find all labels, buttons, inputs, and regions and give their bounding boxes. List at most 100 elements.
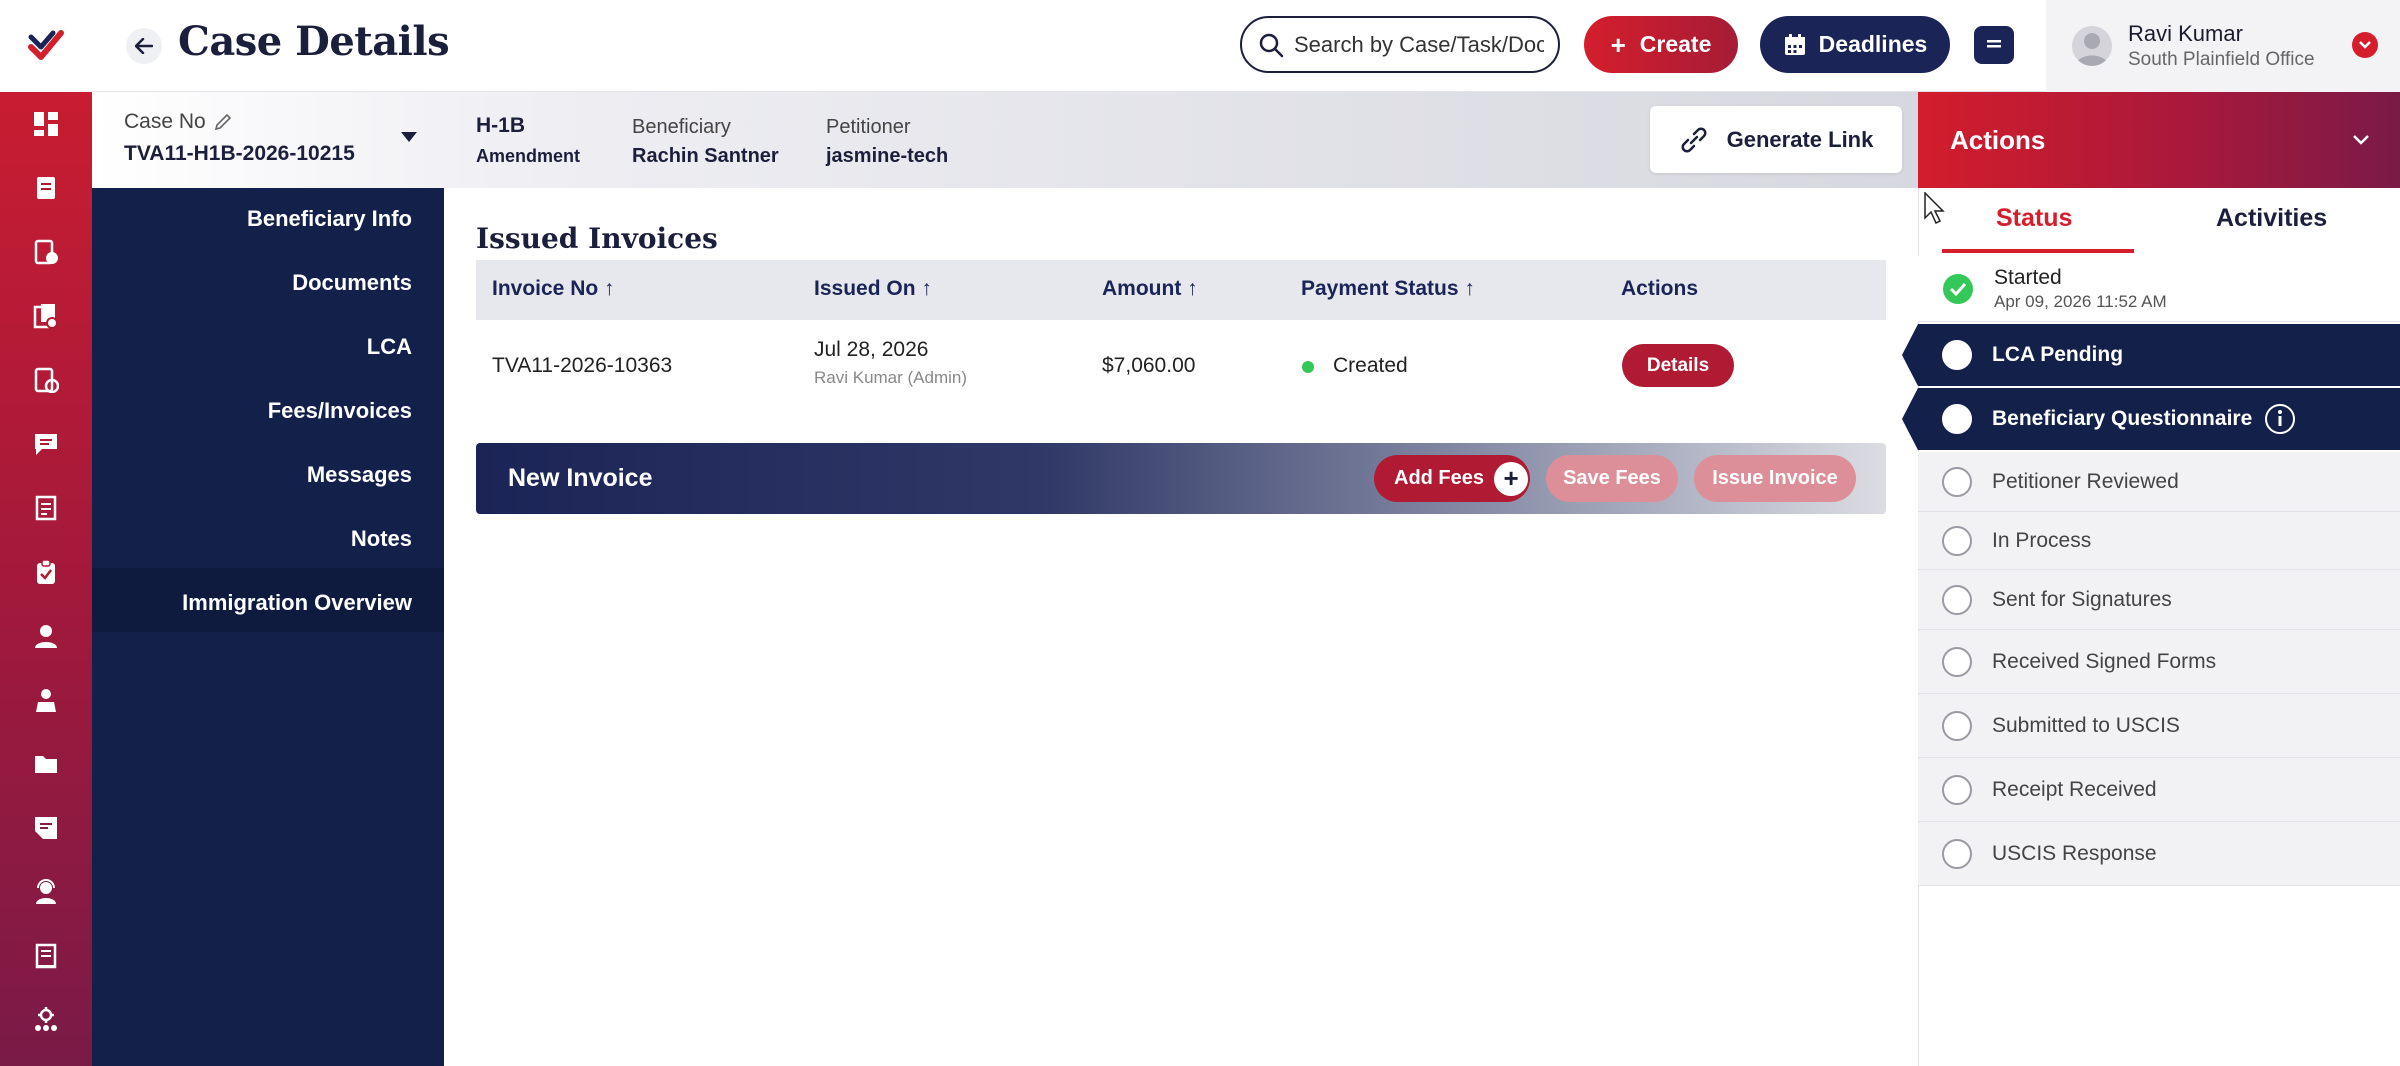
- tab-activities[interactable]: Activities: [2216, 204, 2327, 233]
- team-settings-icon[interactable]: [26, 1000, 66, 1040]
- column-header-amount[interactable]: Amount ↑: [1102, 277, 1198, 301]
- create-button[interactable]: + Create: [1584, 16, 1738, 73]
- check-circle-icon: [1943, 273, 1973, 304]
- avatar: [2072, 26, 2112, 66]
- sort-arrow-icon: ↑: [604, 277, 615, 300]
- edit-icon[interactable]: [214, 113, 232, 131]
- column-header-payment-status[interactable]: Payment Status ↑: [1301, 277, 1475, 301]
- actions-header[interactable]: Actions: [1918, 92, 2400, 188]
- user-menu[interactable]: Ravi Kumar South Plainfield Office: [2046, 0, 2400, 92]
- calendar-icon: [1784, 33, 1805, 55]
- create-label: Create: [1639, 31, 1712, 57]
- status-item-submitted-to-uscis[interactable]: Submitted to USCIS: [1918, 694, 2400, 758]
- cases-icon[interactable]: [26, 168, 66, 208]
- tasks-icon[interactable]: [26, 232, 66, 272]
- status-radio: [1942, 340, 1972, 370]
- beneficiary-icon[interactable]: [26, 680, 66, 720]
- visa-subtype: Amendment: [476, 146, 581, 166]
- mouse-cursor-icon: [1924, 192, 1945, 225]
- search-input[interactable]: [1294, 31, 1544, 58]
- save-fees-button[interactable]: Save Fees: [1546, 455, 1678, 502]
- arrow-left-icon: [135, 38, 153, 54]
- status-radio: [1942, 584, 1972, 615]
- plus-circle-icon: +: [1494, 461, 1529, 496]
- status-radio: [1942, 525, 1972, 556]
- sort-arrow-icon: ↑: [921, 277, 932, 300]
- forms-icon[interactable]: [26, 808, 66, 848]
- nav-item-fees-invoices[interactable]: Fees/Invoices: [268, 398, 412, 424]
- status-radio: [1942, 838, 1972, 869]
- notes-icon[interactable]: [26, 488, 66, 528]
- sort-arrow-icon: ↑: [1464, 277, 1475, 300]
- issued-by-cell: Ravi Kumar (Admin): [814, 368, 968, 387]
- case-no-value: TVA11-H1B-2026-10215: [124, 142, 355, 165]
- column-header-issued-on[interactable]: Issued On ↑: [814, 277, 932, 301]
- generate-link-label: Generate Link: [1726, 126, 1874, 152]
- status-item-lca-pending[interactable]: LCA Pending: [1902, 324, 2400, 386]
- status-item-beneficiary-questionnaire[interactable]: Beneficiary Questionnaire: [1902, 388, 2400, 450]
- invoice-no-cell: TVA11-2026-10363: [492, 354, 673, 377]
- section-nav: Beneficiary Info Documents LCA Fees/Invo…: [92, 188, 444, 1066]
- nav-item-documents[interactable]: Documents: [292, 270, 412, 296]
- nav-item-lca[interactable]: LCA: [367, 334, 412, 360]
- tab-status[interactable]: Status: [1996, 204, 2072, 233]
- chat-button[interactable]: [1974, 26, 2014, 64]
- invoice-table-header: Invoice No ↑ Issued On ↑ Amount ↑ Paymen…: [476, 260, 1886, 320]
- visa-type-block: H-1B Amendment: [476, 114, 580, 167]
- case-no-label: Case No: [124, 110, 206, 133]
- issue-invoice-button[interactable]: Issue Invoice: [1694, 455, 1856, 502]
- plus-icon: +: [1610, 29, 1626, 60]
- column-header-invoice-no[interactable]: Invoice No ↑: [492, 277, 615, 301]
- library-icon[interactable]: [26, 936, 66, 976]
- nav-item-messages[interactable]: Messages: [307, 462, 412, 488]
- status-label: Sent for Signatures: [1992, 587, 2172, 611]
- nav-item-notes[interactable]: Notes: [351, 526, 412, 552]
- status-radio: [1942, 466, 1972, 497]
- reports-icon[interactable]: [26, 360, 66, 400]
- visa-type: H-1B: [476, 114, 526, 137]
- status-item-received-signed-forms[interactable]: Received Signed Forms: [1918, 630, 2400, 694]
- search-box[interactable]: [1240, 16, 1560, 73]
- status-item-started: Started Apr 09, 2026 11:52 AM: [1918, 256, 2400, 322]
- details-button[interactable]: Details: [1622, 344, 1734, 387]
- actions-title: Actions: [1950, 124, 2046, 155]
- case-no-block: Case No TVA11-H1B-2026-10215: [124, 110, 355, 166]
- deadlines-button[interactable]: Deadlines: [1760, 16, 1950, 73]
- petitioner-block: Petitioner jasmine-tech: [826, 116, 948, 168]
- generate-link-button[interactable]: Generate Link: [1650, 106, 1902, 173]
- status-radio: [1942, 710, 1972, 741]
- documents-icon[interactable]: [26, 296, 66, 336]
- add-fees-label: Add Fees: [1394, 467, 1485, 489]
- status-radio: [1942, 404, 1972, 434]
- app-logo[interactable]: [0, 0, 92, 92]
- link-icon: [1681, 127, 1707, 152]
- nav-item-immigration-overview[interactable]: Immigration Overview: [182, 590, 412, 616]
- back-button[interactable]: [126, 28, 162, 64]
- logo-icon: [28, 30, 64, 60]
- status-label: USCIS Response: [1992, 841, 2157, 865]
- status-item-uscis-response[interactable]: USCIS Response: [1918, 822, 2400, 886]
- status-label: Beneficiary Questionnaire: [1992, 407, 2253, 430]
- status-item-sent-for-signatures[interactable]: Sent for Signatures: [1918, 570, 2400, 630]
- user-icon[interactable]: [26, 616, 66, 656]
- folder-icon[interactable]: [26, 744, 66, 784]
- status-label: Petitioner Reviewed: [1992, 469, 2179, 493]
- status-item-in-process[interactable]: In Process: [1918, 512, 2400, 570]
- status-item-petitioner-reviewed[interactable]: Petitioner Reviewed: [1918, 452, 2400, 512]
- case-dropdown-icon[interactable]: [400, 130, 418, 148]
- nav-item-beneficiary-info[interactable]: Beneficiary Info: [247, 206, 412, 232]
- clipboard-icon[interactable]: [26, 552, 66, 592]
- chevron-down-icon[interactable]: [2352, 32, 2378, 58]
- amount-cell: $7,060.00: [1102, 354, 1196, 377]
- status-label: LCA Pending: [1992, 343, 2124, 366]
- status-radio: [1942, 646, 1972, 677]
- messages-icon[interactable]: [26, 424, 66, 464]
- add-fees-button[interactable]: Add Fees +: [1374, 455, 1530, 502]
- support-icon[interactable]: [26, 872, 66, 912]
- info-icon[interactable]: [2264, 403, 2296, 435]
- status-item-receipt-received[interactable]: Receipt Received: [1918, 758, 2400, 822]
- dashboard-icon[interactable]: [26, 104, 66, 144]
- status-date: Apr 09, 2026 11:52 AM: [1994, 291, 2167, 311]
- new-invoice-title: New Invoice: [508, 464, 653, 492]
- chevron-down-icon[interactable]: [2352, 134, 2370, 146]
